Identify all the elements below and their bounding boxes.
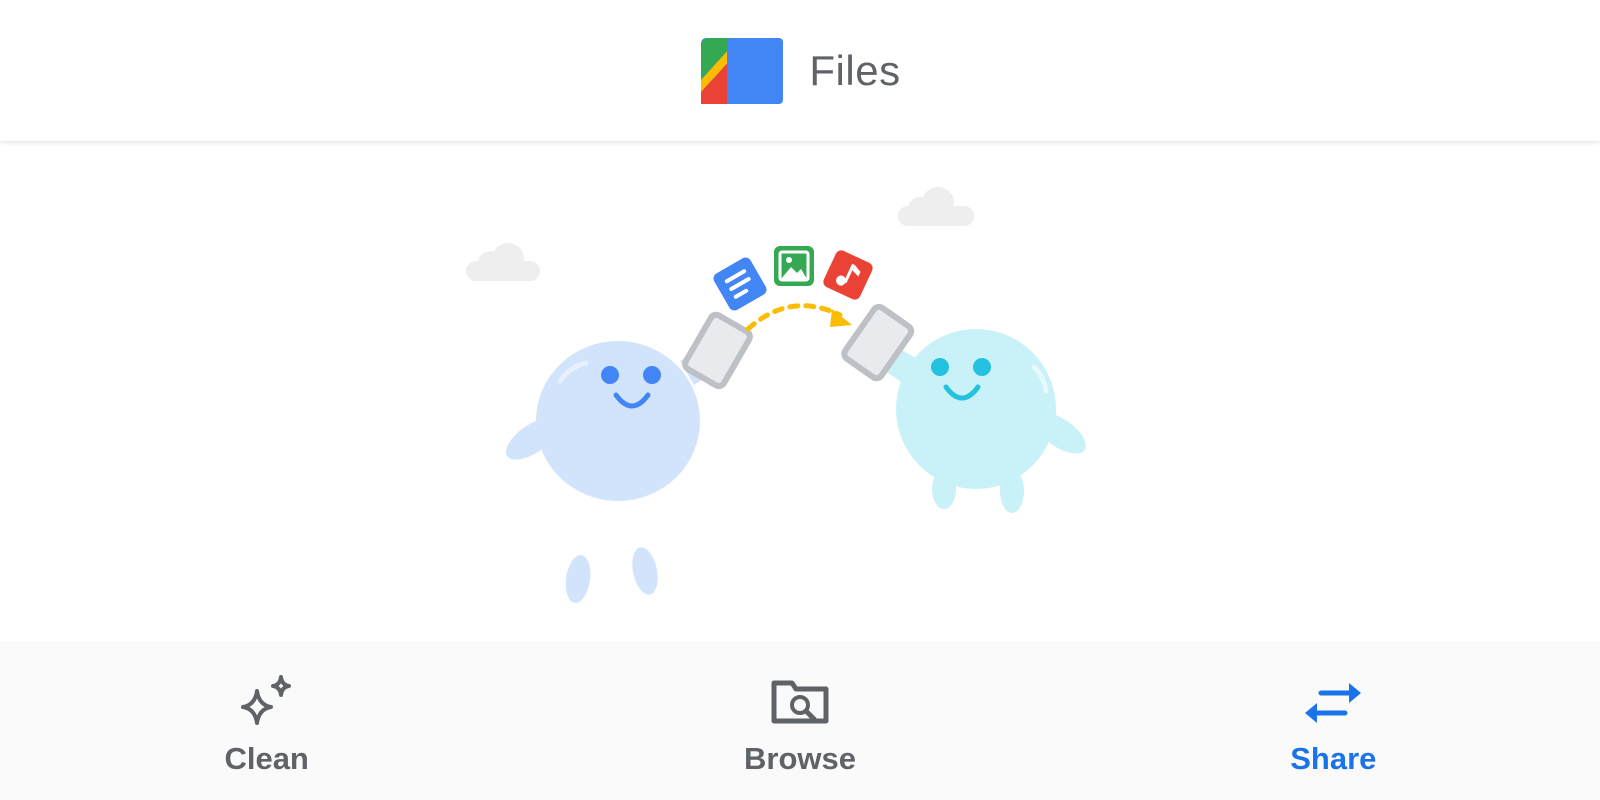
nav-browse[interactable]: Browse	[533, 641, 1066, 800]
document-icon	[713, 257, 767, 311]
image-icon	[774, 246, 814, 286]
right-character	[841, 303, 1086, 513]
bottom-nav: Clean Browse Share	[0, 641, 1600, 800]
app-bar: Files	[0, 0, 1600, 141]
nav-clean-label: Clean	[224, 741, 309, 776]
nav-clean[interactable]: Clean	[0, 641, 533, 800]
transfer-arrow-head	[830, 309, 852, 327]
cloud-right-icon	[898, 187, 974, 226]
share-illustration	[466, 187, 1086, 603]
app-title: Files	[809, 46, 901, 94]
sparkle-icon	[240, 675, 291, 725]
nav-share[interactable]: Share	[1067, 641, 1600, 800]
music-icon	[823, 250, 873, 300]
nav-share-label: Share	[1290, 741, 1377, 776]
nav-browse-label: Browse	[744, 741, 856, 776]
swap-arrows-icon	[1305, 683, 1362, 723]
files-logo-icon	[701, 37, 784, 104]
folder-search-icon	[771, 680, 829, 724]
cloud-left-icon	[466, 243, 540, 281]
transfer-arrow	[745, 303, 843, 332]
left-character	[506, 311, 753, 603]
